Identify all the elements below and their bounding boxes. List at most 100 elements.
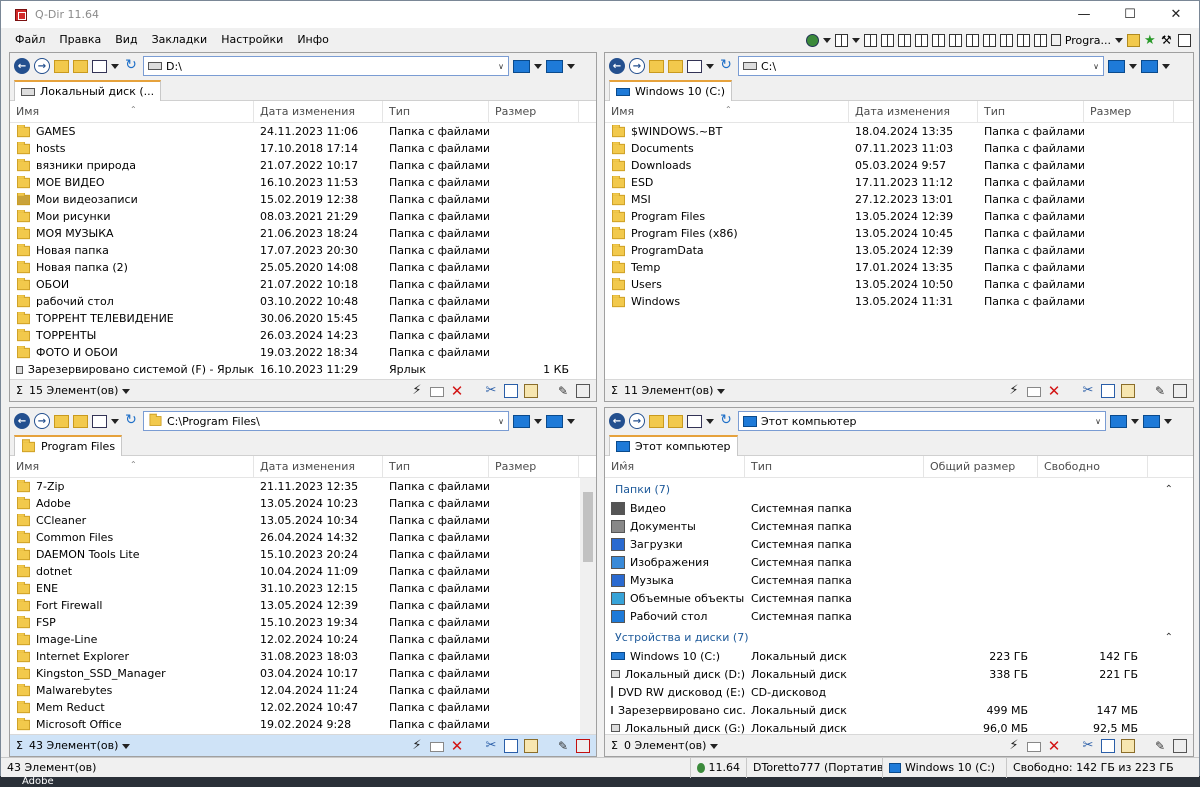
cut-icon[interactable]: ✂ [1081, 383, 1095, 398]
properties-icon[interactable] [1173, 383, 1187, 398]
email-icon[interactable] [430, 741, 444, 752]
list-item[interactable]: $WINDOWS.~BT 18.04.2024 13:35 Папка с файл… [605, 123, 1193, 140]
list-item[interactable]: Image-Line 12.02.2024 10:24 Папка с файлам… [10, 631, 596, 648]
list-item[interactable]: ТОРРЕНТЫ 26.03.2024 14:23 Папка с файлами [10, 327, 596, 344]
list-item[interactable]: Windows 13.05.2024 11:31 Папка с файлами [605, 293, 1193, 310]
list-item[interactable]: DAEMON Tools Lite 15.10.2023 20:24 Папка с… [10, 546, 596, 563]
pane-tab[interactable]: Локальный диск (... [14, 80, 162, 101]
column-header-cell[interactable]: Имя ⌃ [10, 456, 254, 478]
column-header-cell[interactable]: Тип [745, 456, 924, 478]
list-item[interactable]: МОЯ МУЗЫКА 21.06.2023 18:24 Папка с файлам… [10, 225, 596, 242]
column-header-cell[interactable]: Размер [489, 101, 579, 123]
view-mode-icon[interactable] [687, 414, 702, 428]
list-item[interactable]: Mem Reduct 12.02.2024 10:47 Папка с файлам… [10, 699, 596, 716]
delete-icon[interactable]: ✕ [1047, 383, 1061, 398]
chevron-down-icon[interactable] [567, 418, 575, 424]
chevron-down-icon[interactable] [111, 418, 119, 424]
chevron-down-icon[interactable] [121, 743, 130, 749]
close-button[interactable]: ✕ [1153, 1, 1199, 28]
chevron-down-icon[interactable] [534, 63, 542, 69]
rename-icon[interactable]: ✎ [556, 739, 570, 753]
list-item[interactable]: ОБОИ 21.07.2022 10:18 Папка с файлами [10, 276, 596, 293]
layout-5-icon[interactable] [931, 33, 945, 47]
refresh-icon[interactable]: ↻ [123, 413, 139, 429]
refresh-icon[interactable]: ↻ [718, 58, 734, 74]
star-icon[interactable]: ★ [1144, 34, 1157, 47]
chevron-down-icon[interactable] [822, 37, 831, 43]
lightning-icon[interactable]: ⚡ [410, 383, 424, 398]
delete-icon[interactable]: ✕ [450, 738, 464, 753]
list-item[interactable]: Зарезервировано сис... Локальный диск 499 … [605, 701, 1193, 719]
chevron-down-icon[interactable] [1164, 418, 1172, 424]
list-item[interactable]: CCleaner 13.05.2024 10:34 Папка с файлами [10, 512, 596, 529]
lightning-icon[interactable]: ⚡ [410, 738, 424, 753]
new-folder-icon[interactable] [668, 59, 683, 73]
chevron-down-icon[interactable] [709, 743, 718, 749]
list-item[interactable]: Новая папка (2) 25.05.2020 14:08 Папка с ф… [10, 259, 596, 276]
new-folder-icon[interactable] [668, 414, 683, 428]
cut-icon[interactable]: ✂ [484, 383, 498, 398]
column-header-cell[interactable]: Тип [383, 456, 489, 478]
list-item[interactable]: Common Files 26.04.2024 14:32 Папка с файл… [10, 529, 596, 546]
list-item[interactable]: dotnet 10.04.2024 11:09 Папка с файлами [10, 563, 596, 580]
forward-button[interactable]: → [34, 58, 50, 74]
layout-1-icon[interactable] [863, 33, 877, 47]
collapse-icon[interactable]: ⌃ [1165, 632, 1173, 643]
paste-icon[interactable] [1121, 383, 1135, 398]
layout-2-icon[interactable] [880, 33, 894, 47]
back-button[interactable]: ← [14, 413, 30, 429]
lightning-icon[interactable]: ⚡ [1007, 383, 1021, 398]
list-item[interactable]: Документы Системная папка [605, 517, 1193, 535]
delete-icon[interactable]: ✕ [450, 383, 464, 398]
desktop-screen-icon[interactable] [546, 59, 563, 73]
up-folder-icon[interactable] [649, 414, 664, 428]
list-item[interactable]: 7-Zip 21.11.2023 12:35 Папка с файлами [10, 478, 596, 495]
column-header-cell[interactable]: Тип [978, 101, 1084, 123]
list-item[interactable]: ESD 17.11.2023 11:12 Папка с файлами [605, 174, 1193, 191]
delete-icon[interactable]: ✕ [1047, 738, 1061, 753]
new-folder-icon[interactable] [73, 59, 88, 73]
address-bar[interactable]: D:\ ∨ [143, 56, 509, 76]
column-header-cell[interactable]: Имя ⌃ [10, 101, 254, 123]
lightning-icon[interactable]: ⚡ [1007, 738, 1021, 753]
list-item[interactable]: Зарезервировано системой (F) - Ярлык 16.1… [10, 361, 596, 378]
monitor-icon[interactable] [513, 59, 530, 73]
list-item[interactable]: Объемные объекты Системная папка [605, 589, 1193, 607]
list-item[interactable]: Музыка Системная папка [605, 571, 1193, 589]
refresh-icon[interactable]: ↻ [718, 413, 734, 429]
monitor-icon[interactable] [1110, 414, 1127, 428]
address-dropdown-icon[interactable]: ∨ [1091, 412, 1105, 430]
back-button[interactable]: ← [609, 58, 625, 74]
list-item[interactable]: Program Files (x86) 13.05.2024 10:45 Папка… [605, 225, 1193, 242]
copy-icon[interactable] [504, 738, 518, 753]
list-item[interactable]: Users 13.05.2024 10:50 Папка с файлами [605, 276, 1193, 293]
address-text[interactable]: C:\Program Files\ [167, 415, 490, 428]
paste-icon[interactable] [524, 383, 538, 398]
programs-menu[interactable]: Progra... [1065, 34, 1111, 47]
address-bar[interactable]: Этот компьютер ∨ [738, 411, 1106, 431]
favorites-folder-icon[interactable] [1127, 33, 1140, 47]
list-item[interactable]: Видео Системная папка [605, 499, 1193, 517]
address-text[interactable]: Этот компьютер [761, 415, 1087, 428]
list-item[interactable]: вязники природа 21.07.2022 10:17 Папка с ф… [10, 157, 596, 174]
desktop-screen-icon[interactable] [1141, 59, 1158, 73]
maximize-button[interactable]: ☐ [1107, 1, 1153, 28]
menu-item[interactable]: Правка [52, 30, 108, 50]
list-item[interactable]: Kingston_SSD_Manager 03.04.2024 10:17 Папк… [10, 665, 596, 682]
layout-9-icon[interactable] [999, 33, 1013, 47]
column-header-cell[interactable]: Размер [1084, 101, 1174, 123]
chevron-down-icon[interactable] [706, 418, 714, 424]
list-item[interactable]: Мои видеозаписи 15.02.2019 12:38 Папка с ф… [10, 191, 596, 208]
chevron-down-icon[interactable] [851, 37, 860, 43]
menu-item[interactable]: Инфо [290, 30, 336, 50]
address-bar[interactable]: C:\ ∨ [738, 56, 1104, 76]
up-folder-icon[interactable] [54, 59, 69, 73]
properties-icon[interactable] [1173, 738, 1187, 753]
list-item[interactable]: ENE 31.10.2023 12:15 Папка с файлами [10, 580, 596, 597]
desktop-screen-icon[interactable] [546, 414, 563, 428]
chevron-down-icon[interactable] [706, 63, 714, 69]
view-mode-icon[interactable] [687, 59, 702, 73]
rename-icon[interactable]: ✎ [1153, 384, 1167, 398]
pane-tab[interactable]: Program Files [14, 435, 123, 456]
menu-item[interactable]: Файл [1, 30, 52, 50]
